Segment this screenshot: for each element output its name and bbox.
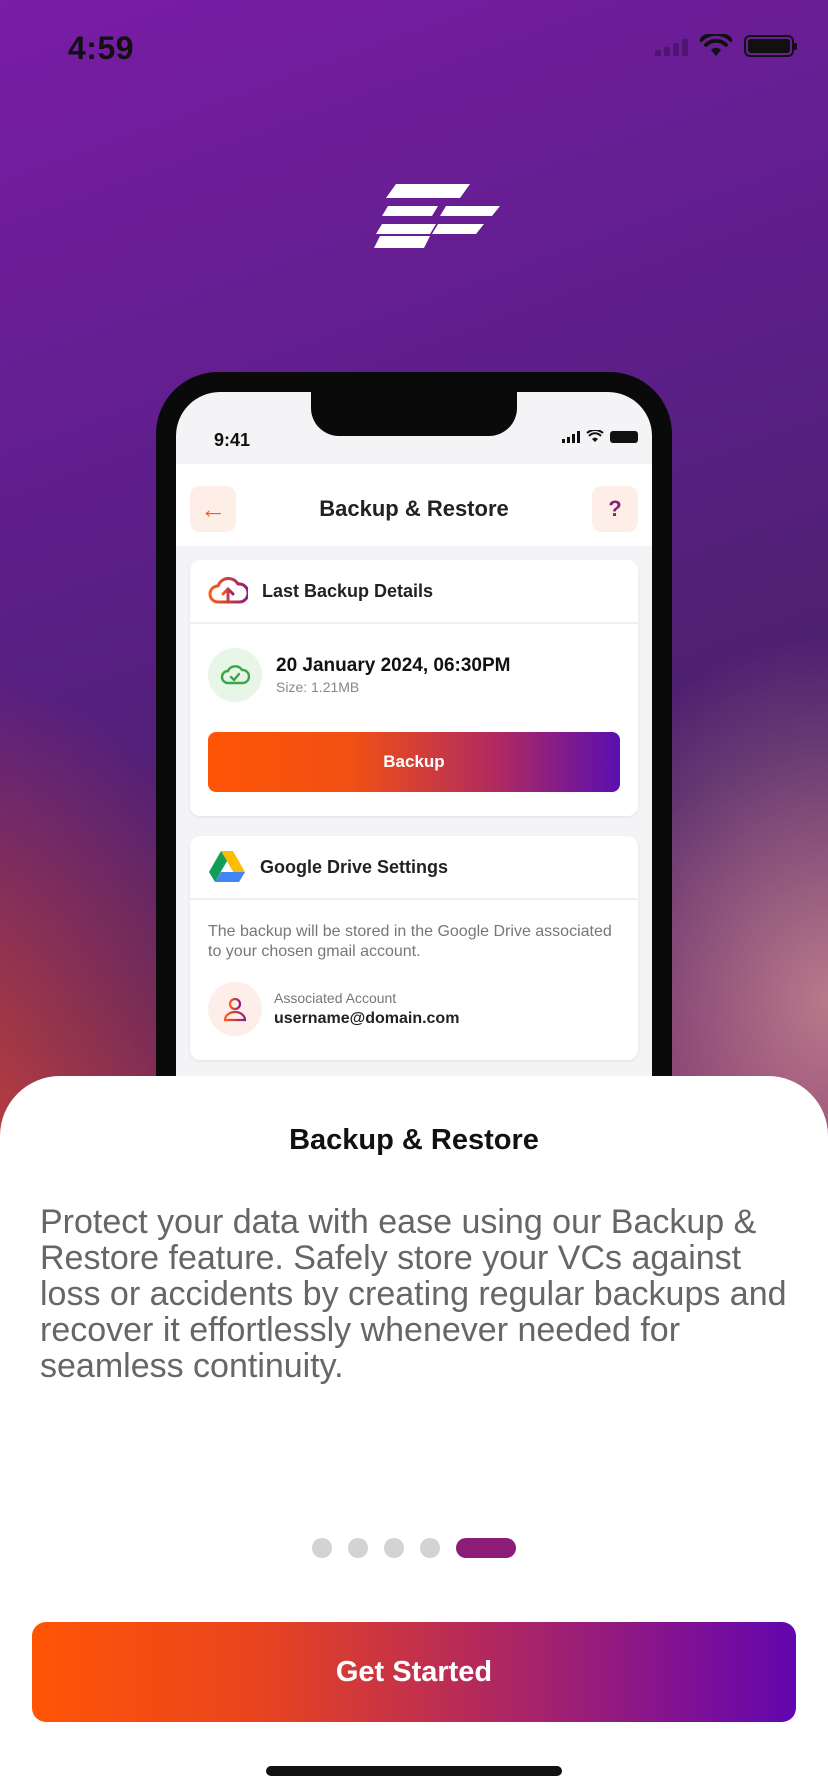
onboarding-title: Backup & Restore (289, 1124, 539, 1156)
user-avatar-badge (208, 982, 262, 1036)
associated-account-email: username@domain.com (274, 1010, 460, 1027)
mockup-status-icons (562, 430, 638, 443)
status-time: 4:59 (68, 30, 135, 66)
google-drive-description: The backup will be stored in the Google … (208, 923, 612, 960)
cellular-signal-icon (655, 36, 688, 56)
page-dot-5-active[interactable] (456, 1538, 516, 1558)
page-dot-1[interactable] (312, 1538, 332, 1558)
last-backup-info: 20 January 2024, 06:30PM Size: 1.21MB (208, 648, 511, 702)
status-icons (655, 34, 797, 58)
last-backup-card: Last Backup Details 20 January 2024, 06:… (190, 560, 638, 816)
get-started-button[interactable]: Get Started (32, 1622, 796, 1722)
mockup-header-title: Backup & Restore (319, 496, 509, 521)
cloud-upload-icon (208, 577, 248, 604)
battery-icon (744, 35, 797, 57)
mockup-status-time: 9:41 (214, 430, 251, 450)
google-drive-card-header: Google Drive Settings (190, 836, 638, 900)
help-icon: ? (608, 496, 622, 521)
cloud-check-badge (208, 648, 262, 702)
phone-mockup: 9:41 ← Backup & Restore ? Last Backup De… (156, 372, 672, 1092)
onboarding-sheet: Backup & Restore Protect your data with … (0, 1076, 828, 1792)
last-backup-card-header: Last Backup Details (190, 560, 638, 624)
google-drive-card: Google Drive Settings The backup will be… (190, 836, 638, 1060)
associated-account-label: Associated Account (274, 990, 397, 1006)
user-icon (223, 997, 247, 1022)
app-logo (374, 184, 500, 248)
mockup-wifi-icon (586, 430, 604, 442)
onboarding-description: Protect your data with ease using our Ba… (40, 1203, 787, 1385)
google-drive-icon (209, 851, 245, 882)
wifi-icon (700, 34, 732, 56)
phone-notch (311, 392, 517, 436)
page-dot-4[interactable] (420, 1538, 440, 1558)
mockup-help-button: ? (592, 486, 638, 532)
mockup-header: ← Backup & Restore ? (176, 464, 652, 546)
page-dot-2[interactable] (348, 1538, 368, 1558)
cloud-check-icon (220, 665, 250, 685)
page-dot-3[interactable] (384, 1538, 404, 1558)
mockup-backup-button: Backup (208, 732, 620, 792)
mockup-signal-icon (562, 430, 580, 443)
last-backup-size: Size: 1.21MB (276, 679, 360, 695)
last-backup-title: Last Backup Details (262, 580, 434, 601)
mockup-screen: 9:41 ← Backup & Restore ? Last Backup De… (176, 392, 652, 1092)
last-backup-date: 20 January 2024, 06:30PM (276, 655, 511, 676)
mockup-battery-icon (610, 430, 638, 443)
associated-account-row: Associated Account username@domain.com (208, 982, 459, 1036)
google-drive-title: Google Drive Settings (260, 856, 449, 877)
page-indicator[interactable] (312, 1538, 516, 1558)
home-indicator[interactable] (266, 1766, 562, 1776)
